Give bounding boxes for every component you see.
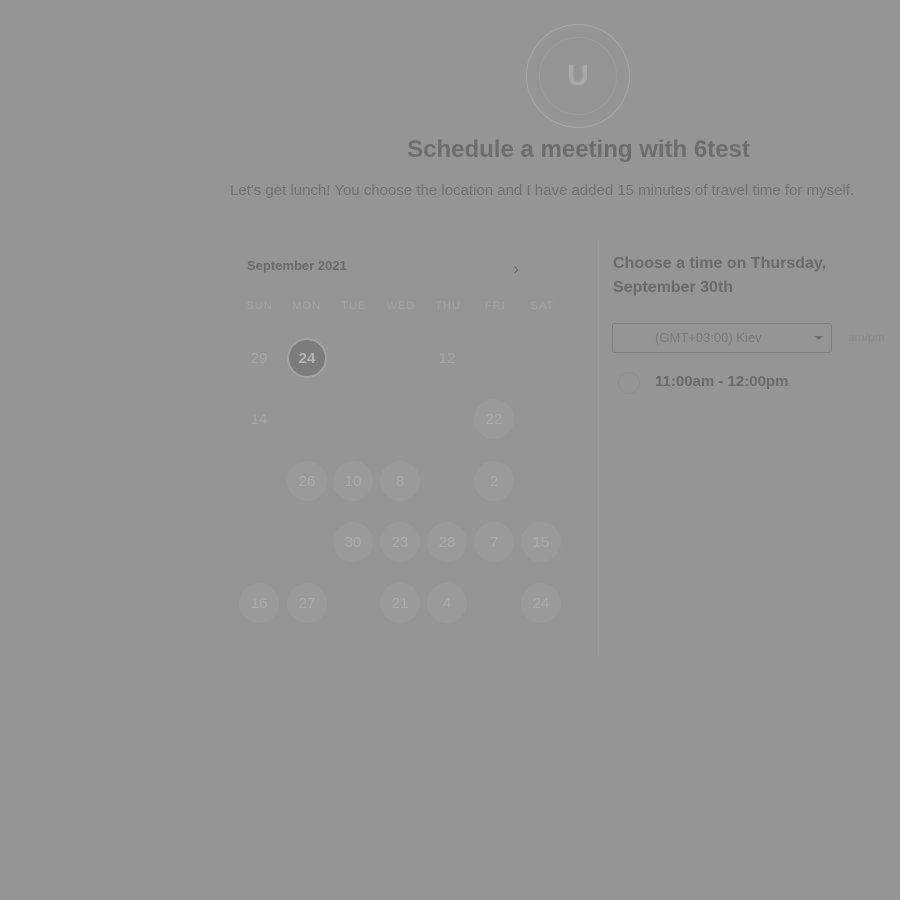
calendar-day[interactable]: 8 xyxy=(380,461,420,501)
calendar xyxy=(228,238,578,638)
avatar-initial: U xyxy=(539,37,617,115)
time-heading: Choose a time on Thursday, September 30t… xyxy=(613,255,827,296)
calendar-day[interactable]: 21 xyxy=(380,583,420,623)
calendar-day[interactable]: 15 xyxy=(521,522,561,562)
weekday-label: TUE xyxy=(341,300,367,312)
ampm-toggle[interactable]: am/pm xyxy=(848,330,885,344)
calendar-day[interactable]: 27 xyxy=(287,583,327,623)
weekday-label: MON xyxy=(292,300,322,312)
timezone-value: (GMT+03:00) Kiev xyxy=(655,330,762,345)
calendar-day: 14 xyxy=(250,410,268,428)
calendar-day[interactable]: 28 xyxy=(427,522,467,562)
weekday-label: FRI xyxy=(484,300,506,312)
calendar-day[interactable]: 7 xyxy=(474,522,514,562)
radio-icon[interactable] xyxy=(618,372,640,394)
weekday-header: SUN MON TUE WED THU FRI SAT xyxy=(236,300,566,318)
weekday-label: SUN xyxy=(246,300,273,312)
timezone-select[interactable]: (GMT+03:00) Kiev xyxy=(612,323,832,353)
calendar-day[interactable]: 2 xyxy=(474,461,514,501)
calendar-day[interactable]: 26 xyxy=(287,461,327,501)
weekday-label: THU xyxy=(435,300,461,312)
chevron-down-icon xyxy=(815,336,823,340)
calendar-day[interactable]: 22 xyxy=(474,399,514,439)
chevron-right-icon[interactable]: › xyxy=(506,258,526,280)
calendar-day[interactable]: 24 xyxy=(521,583,561,623)
calendar-day[interactable]: 30 xyxy=(333,522,373,562)
weekday-label: WED xyxy=(386,300,416,312)
avatar: U xyxy=(526,24,630,128)
time-slot[interactable]: 11:00am - 12:00pm xyxy=(612,368,872,398)
calendar-day-selected[interactable]: 24 xyxy=(287,338,327,378)
page-title: Schedule a meeting with 6test xyxy=(407,136,750,163)
calendar-day: 29 xyxy=(250,349,268,367)
calendar-day[interactable]: 10 xyxy=(333,461,373,501)
time-panel xyxy=(598,238,900,658)
calendar-day[interactable]: 16 xyxy=(239,583,279,623)
calendar-month-label: September 2021 xyxy=(247,258,347,273)
calendar-day: 12 xyxy=(438,349,456,367)
time-slot-label: 11:00am - 12:00pm xyxy=(655,373,789,390)
calendar-day[interactable]: 23 xyxy=(380,522,420,562)
weekday-label: SAT xyxy=(530,300,555,312)
meeting-description: Let's get lunch! You choose the location… xyxy=(230,182,855,199)
calendar-day[interactable]: 4 xyxy=(427,583,467,623)
